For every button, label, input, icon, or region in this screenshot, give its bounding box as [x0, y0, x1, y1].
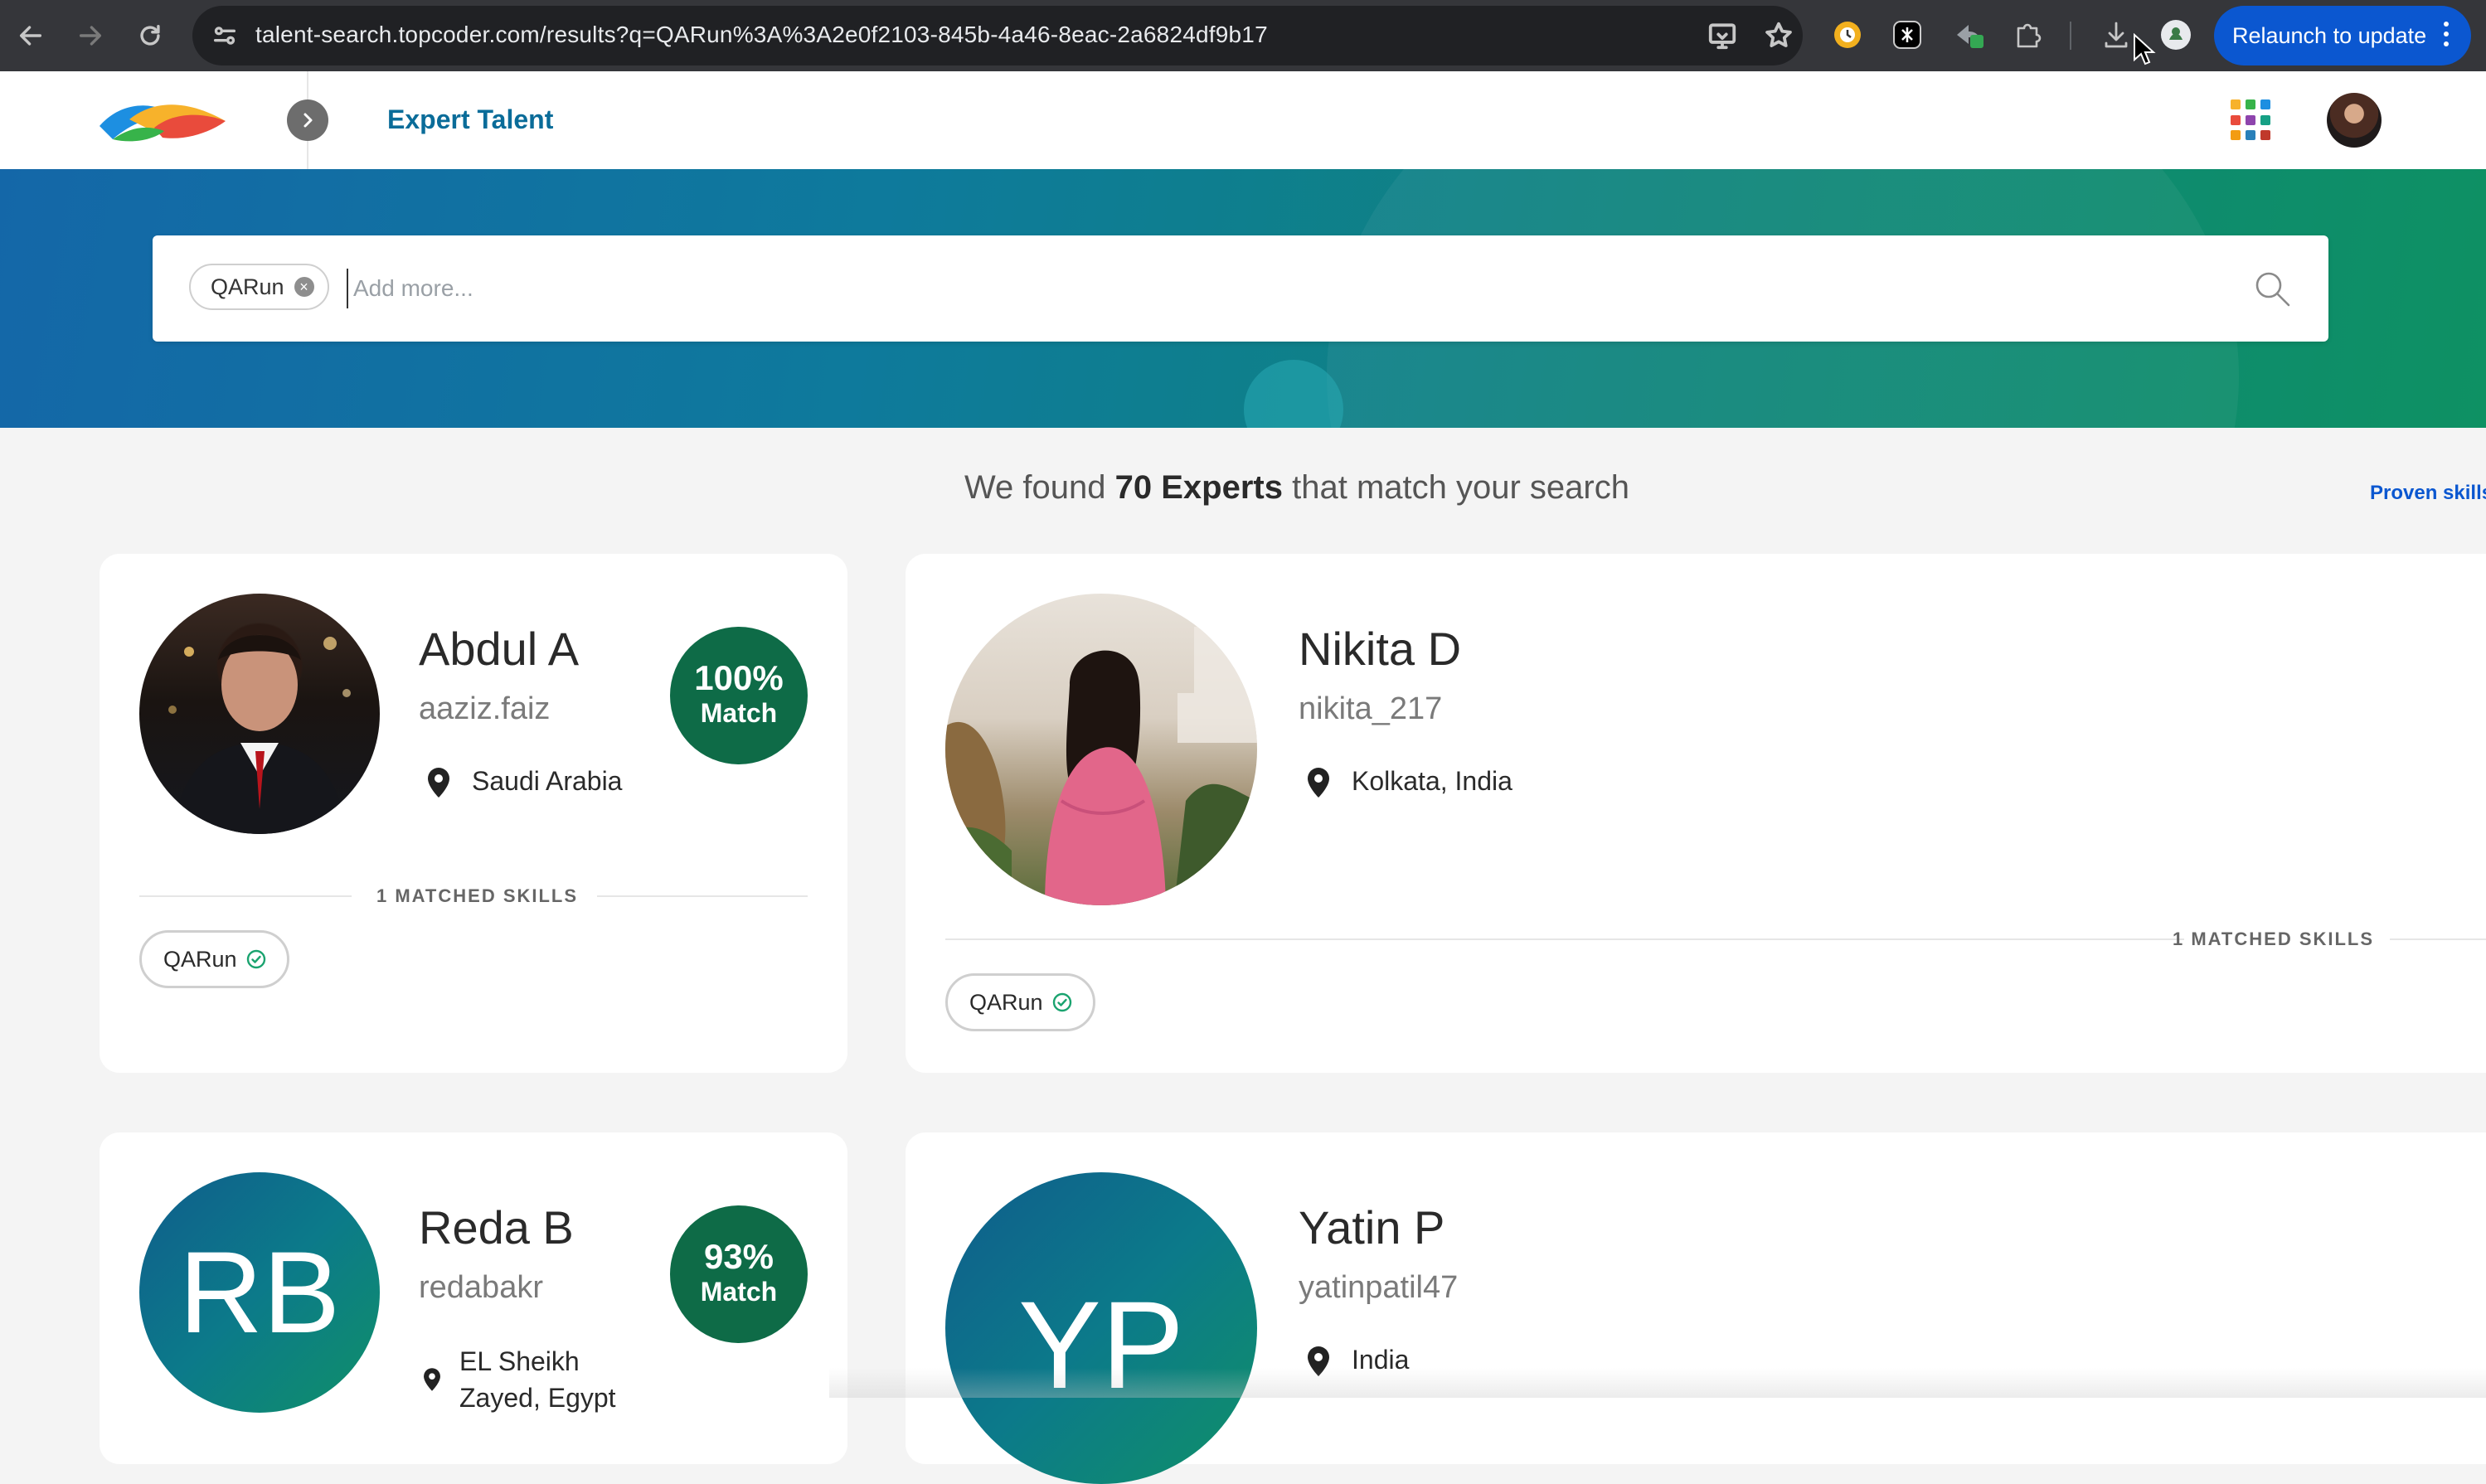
results-prefix: We found	[964, 469, 1106, 506]
scroll-shadow	[829, 1368, 2486, 1398]
reload-icon	[140, 24, 160, 46]
expert-name[interactable]: Abdul A	[419, 622, 579, 676]
search-chip-label: QARun	[211, 274, 284, 299]
bookmark-star-icon[interactable]	[1763, 20, 1794, 51]
address-bar[interactable]: talent-search.topcoder.com/results?q=QAR…	[192, 6, 1803, 65]
expert-handle: yatinpatil47	[1299, 1270, 1459, 1305]
matched-skills-label: 1 MATCHED SKILLS	[2173, 929, 2375, 949]
expert-location: Kolkata, India	[1352, 766, 1512, 796]
kebab-menu-icon[interactable]	[2443, 22, 2450, 50]
location-pin-icon	[424, 1368, 440, 1391]
expert-card[interactable]: Nikita D nikita_217 Kolkata, India 1 MAT…	[906, 554, 2486, 1073]
match-label: Match	[700, 698, 778, 729]
location-pin-icon	[1308, 768, 1329, 798]
search-chip[interactable]: QARun ×	[189, 264, 329, 310]
results-summary: We found 70 Experts that match your sear…	[0, 469, 2486, 507]
expert-avatar[interactable]	[945, 594, 1257, 905]
topcoder-logo-icon[interactable]	[96, 95, 229, 148]
sidebar-toggle-button[interactable]	[287, 99, 328, 141]
match-percent: 100%	[694, 658, 784, 698]
expert-handle: nikita_217	[1299, 691, 1443, 726]
match-badge: 100% Match	[670, 627, 808, 764]
divider	[945, 938, 2184, 940]
verified-check-icon	[1052, 992, 1071, 1012]
expert-name[interactable]: Reda B	[419, 1200, 574, 1254]
expert-handle: aaziz.faiz	[419, 691, 551, 726]
apps-grid-icon[interactable]	[2231, 99, 2272, 141]
results-suffix: that match your search	[1292, 469, 1629, 506]
extension-share-icon[interactable]	[1950, 17, 1987, 53]
app-title[interactable]: Expert Talent	[387, 104, 553, 135]
expert-card[interactable]: Abdul A aaziz.faiz Saudi Arabia 100% Mat…	[100, 554, 847, 1073]
cast-icon[interactable]	[1707, 20, 1738, 51]
skill-chip-label: QARun	[163, 946, 237, 972]
expert-initials-avatar[interactable]: RB	[139, 1172, 380, 1413]
expert-photo	[168, 635, 351, 834]
forward-arrow-icon	[79, 26, 102, 46]
expert-photo	[945, 627, 1257, 905]
reload-button[interactable]	[128, 13, 172, 58]
relaunch-to-update-button[interactable]: Relaunch to update	[2214, 6, 2471, 65]
expert-initials-avatar[interactable]: YP	[945, 1172, 1257, 1484]
match-badge: 93% Match	[670, 1205, 808, 1343]
proven-skills-link[interactable]: Proven skills	[2370, 482, 2486, 505]
verified-check-icon	[246, 949, 265, 969]
skill-chip[interactable]: QARun	[139, 930, 289, 988]
expert-avatar[interactable]	[139, 594, 380, 834]
expert-name[interactable]: Yatin P	[1299, 1200, 1445, 1254]
expert-card[interactable]: YP Yatin P yatinpatil47 India	[906, 1132, 2486, 1484]
divider	[139, 895, 352, 897]
search-icon[interactable]	[2252, 269, 2292, 308]
extension-clock-icon[interactable]	[1829, 17, 1866, 53]
match-label: Match	[700, 1277, 778, 1307]
match-percent: 93%	[703, 1237, 774, 1277]
search-input[interactable]	[347, 269, 2096, 308]
expert-location-line1: EL Sheikh	[459, 1346, 580, 1376]
mouse-cursor-icon	[2134, 33, 2156, 65]
search-box[interactable]: QARun ×	[153, 235, 2328, 342]
matched-skills-label: 1 MATCHED SKILLS	[376, 885, 579, 906]
remove-chip-icon[interactable]: ×	[294, 277, 314, 297]
skill-chip[interactable]: QARun	[945, 973, 1095, 1031]
skill-chip-label: QARun	[969, 989, 1043, 1015]
site-settings-icon[interactable]	[211, 22, 239, 50]
expert-card[interactable]: RB Reda B redabakr EL Sheikh Zayed, Egyp…	[100, 1132, 847, 1464]
browser-toolbar: talent-search.topcoder.com/results?q=QAR…	[0, 0, 2486, 71]
toolbar-divider	[2070, 22, 2071, 50]
user-avatar[interactable]	[2327, 93, 2382, 148]
back-arrow-icon	[19, 26, 42, 46]
back-button[interactable]	[8, 13, 53, 58]
app-header: Expert Talent	[0, 71, 2486, 169]
expert-location: Saudi Arabia	[472, 766, 623, 796]
divider	[2390, 938, 2486, 940]
puzzle-icon[interactable]	[2010, 17, 2047, 53]
profile-icon[interactable]	[2158, 17, 2194, 53]
expert-handle: redabakr	[419, 1270, 543, 1305]
url-text[interactable]: talent-search.topcoder.com/results?q=QAR…	[255, 22, 1268, 48]
results-count: 70 Experts	[1114, 469, 1283, 506]
location-pin-icon	[428, 768, 449, 798]
forward-button[interactable]	[68, 13, 113, 58]
extension-openai-icon[interactable]	[1889, 17, 1925, 53]
chevron-right-icon	[303, 113, 313, 128]
relaunch-label: Relaunch to update	[2232, 22, 2427, 48]
divider	[597, 895, 808, 897]
search-banner: QARun ×	[0, 169, 2486, 428]
expert-location-line2: Zayed, Egypt	[459, 1383, 616, 1413]
expert-name[interactable]: Nikita D	[1299, 622, 1461, 676]
download-icon[interactable]	[2098, 17, 2134, 53]
